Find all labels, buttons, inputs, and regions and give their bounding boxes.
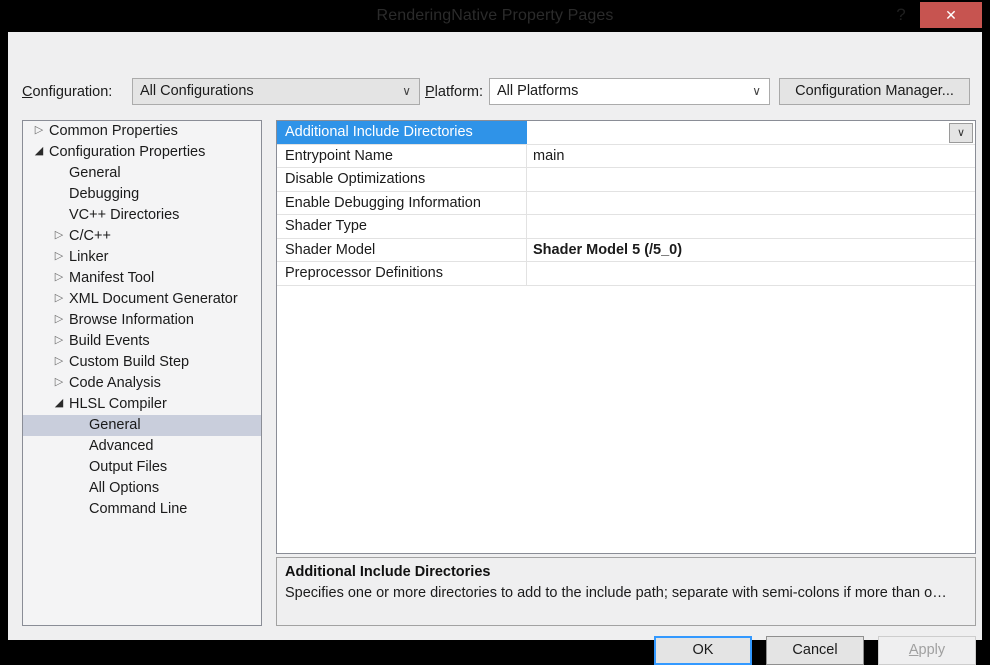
grid-row[interactable]: Entrypoint Name main xyxy=(277,144,975,168)
tree-item-linker[interactable]: ▷ Linker xyxy=(23,247,261,268)
tree-item-output-files[interactable]: Output Files xyxy=(23,457,261,478)
ok-button-label: OK xyxy=(692,642,714,658)
platform-label: Platform: xyxy=(425,84,484,100)
grid-row-value[interactable] xyxy=(528,215,975,238)
window-title: RenderingNative Property Pages xyxy=(376,7,614,24)
tree-item-common-properties[interactable]: ▷ Common Properties xyxy=(23,121,261,142)
apply-button[interactable]: Apply xyxy=(878,636,976,665)
grid-row-value[interactable] xyxy=(528,262,975,285)
chevron-down-icon: ∨ xyxy=(402,84,411,98)
tree-item-label: HLSL Compiler xyxy=(69,396,167,412)
tree-item-label: C/C++ xyxy=(69,228,111,244)
tree-item-general[interactable]: General xyxy=(23,163,261,184)
grid-row[interactable]: Enable Debugging Information xyxy=(277,191,975,215)
grid-row-name: Shader Model xyxy=(277,238,527,261)
grid-row-value[interactable] xyxy=(528,168,975,191)
chevron-down-icon[interactable]: ◢ xyxy=(51,394,67,415)
chevron-right-icon[interactable]: ▷ xyxy=(51,289,67,310)
tree-item-label: Advanced xyxy=(89,438,154,454)
configuration-manager-button[interactable]: Configuration Manager... xyxy=(779,78,970,105)
tree-item-xml-document-generator[interactable]: ▷ XML Document Generator xyxy=(23,289,261,310)
chevron-right-icon[interactable]: ▷ xyxy=(51,352,67,373)
close-icon[interactable]: ✕ xyxy=(920,2,982,28)
apply-button-label: Apply xyxy=(908,642,946,658)
tree-item-advanced[interactable]: Advanced xyxy=(23,436,261,457)
tree-item-label: Command Line xyxy=(89,501,188,517)
tree-item-label: General xyxy=(69,165,121,181)
chevron-right-icon[interactable]: ▷ xyxy=(51,247,67,268)
chevron-down-icon[interactable]: ◢ xyxy=(31,142,47,163)
grid-row-value[interactable] xyxy=(528,192,975,215)
platform-value: All Platforms xyxy=(497,83,579,99)
tree-item-command-line[interactable]: Command Line xyxy=(23,499,261,520)
chevron-right-icon[interactable]: ▷ xyxy=(31,121,47,142)
window-frame: RenderingNative Property Pages ? ✕ Confi… xyxy=(0,0,990,665)
chevron-right-icon[interactable]: ▷ xyxy=(51,268,67,289)
tree-item-label: Browse Information xyxy=(69,312,194,328)
tree-item-label: Configuration Properties xyxy=(49,144,206,160)
grid-row-name: Entrypoint Name xyxy=(277,144,527,167)
tree-item-label: XML Document Generator xyxy=(69,291,238,307)
tree-item-browse-information[interactable]: ▷ Browse Information xyxy=(23,310,261,331)
platform-select[interactable]: All Platforms ∨ xyxy=(489,78,770,105)
chevron-right-icon[interactable]: ▷ xyxy=(51,226,67,247)
tree-item-label: Build Events xyxy=(69,333,150,349)
tree-item-label: Debugging xyxy=(69,186,140,202)
property-grid[interactable]: Additional Include Directories Entrypoint… xyxy=(276,120,976,554)
tree-item-vc-directories[interactable]: VC++ Directories xyxy=(23,205,261,226)
tree-item-debugging[interactable]: Debugging xyxy=(23,184,261,205)
configuration-label: Configuration: xyxy=(22,84,113,100)
description-title: Additional Include Directories xyxy=(285,564,491,580)
grid-row-name: Shader Type xyxy=(277,215,527,238)
grid-row[interactable]: Disable Optimizations xyxy=(277,168,975,192)
cancel-button[interactable]: Cancel xyxy=(766,636,864,665)
grid-row-value[interactable] xyxy=(528,121,975,144)
ok-button[interactable]: OK xyxy=(654,636,752,665)
property-pages-dialog: Configuration: All Configurations ∨ Plat… xyxy=(8,32,982,665)
tree-item-c-c[interactable]: ▷ C/C++ xyxy=(23,226,261,247)
configuration-select[interactable]: All Configurations ∨ xyxy=(132,78,420,105)
tree-item-custom-build-step[interactable]: ▷ Custom Build Step xyxy=(23,352,261,373)
tree-item-configuration-properties[interactable]: ◢ Configuration Properties xyxy=(23,142,261,163)
grid-row-name: Preprocessor Definitions xyxy=(277,262,527,285)
tree-item-general[interactable]: General xyxy=(23,415,261,436)
grid-row-value[interactable]: Shader Model 5 (/5_0) xyxy=(528,239,975,262)
grid-row[interactable]: Preprocessor Definitions xyxy=(277,262,975,286)
description-panel: Additional Include Directories Specifies… xyxy=(276,557,976,626)
property-tree[interactable]: ▷ Common Properties ◢ Configuration Propert… xyxy=(22,120,262,626)
tree-item-code-analysis[interactable]: ▷ Code Analysis xyxy=(23,373,261,394)
tree-item-label: Linker xyxy=(69,249,109,265)
grid-row-name: Enable Debugging Information xyxy=(277,191,527,214)
grid-row[interactable]: Shader Model Shader Model 5 (/5_0) xyxy=(277,238,975,262)
tree-item-label: Custom Build Step xyxy=(69,354,190,370)
tree-item-build-events[interactable]: ▷ Build Events xyxy=(23,331,261,352)
configuration-value: All Configurations xyxy=(140,83,254,99)
chevron-down-icon: ∨ xyxy=(752,84,761,98)
grid-row-name: Additional Include Directories xyxy=(277,121,527,144)
tree-item-label: Common Properties xyxy=(49,123,178,139)
chevron-right-icon[interactable]: ▷ xyxy=(51,373,67,394)
tree-item-label: All Options xyxy=(89,480,160,496)
configuration-manager-label: Configuration Manager... xyxy=(795,83,954,99)
grid-row-name: Disable Optimizations xyxy=(277,168,527,191)
tree-item-manifest-tool[interactable]: ▷ Manifest Tool xyxy=(23,268,261,289)
cancel-button-label: Cancel xyxy=(792,642,838,658)
tree-item-label: Manifest Tool xyxy=(69,270,155,286)
grid-row-value[interactable]: main xyxy=(528,145,975,168)
grid-row[interactable]: Additional Include Directories xyxy=(277,121,975,145)
description-text: Specifies one or more directories to add… xyxy=(285,585,947,601)
tree-item-all-options[interactable]: All Options xyxy=(23,478,261,499)
title-bar: RenderingNative Property Pages ? ✕ xyxy=(0,0,990,32)
chevron-right-icon[interactable]: ▷ xyxy=(51,331,67,352)
value-dropdown-button[interactable]: ∨ xyxy=(949,123,973,143)
tree-item-label: Code Analysis xyxy=(69,375,161,391)
grid-row[interactable]: Shader Type xyxy=(277,215,975,239)
chevron-right-icon[interactable]: ▷ xyxy=(51,310,67,331)
tree-item-label: VC++ Directories xyxy=(69,207,180,223)
tree-item-label: Output Files xyxy=(89,459,168,475)
tree-item-hlsl-compiler[interactable]: ◢ HLSL Compiler xyxy=(23,394,261,415)
tree-item-label: General xyxy=(89,417,141,433)
help-icon[interactable]: ? xyxy=(886,0,916,30)
